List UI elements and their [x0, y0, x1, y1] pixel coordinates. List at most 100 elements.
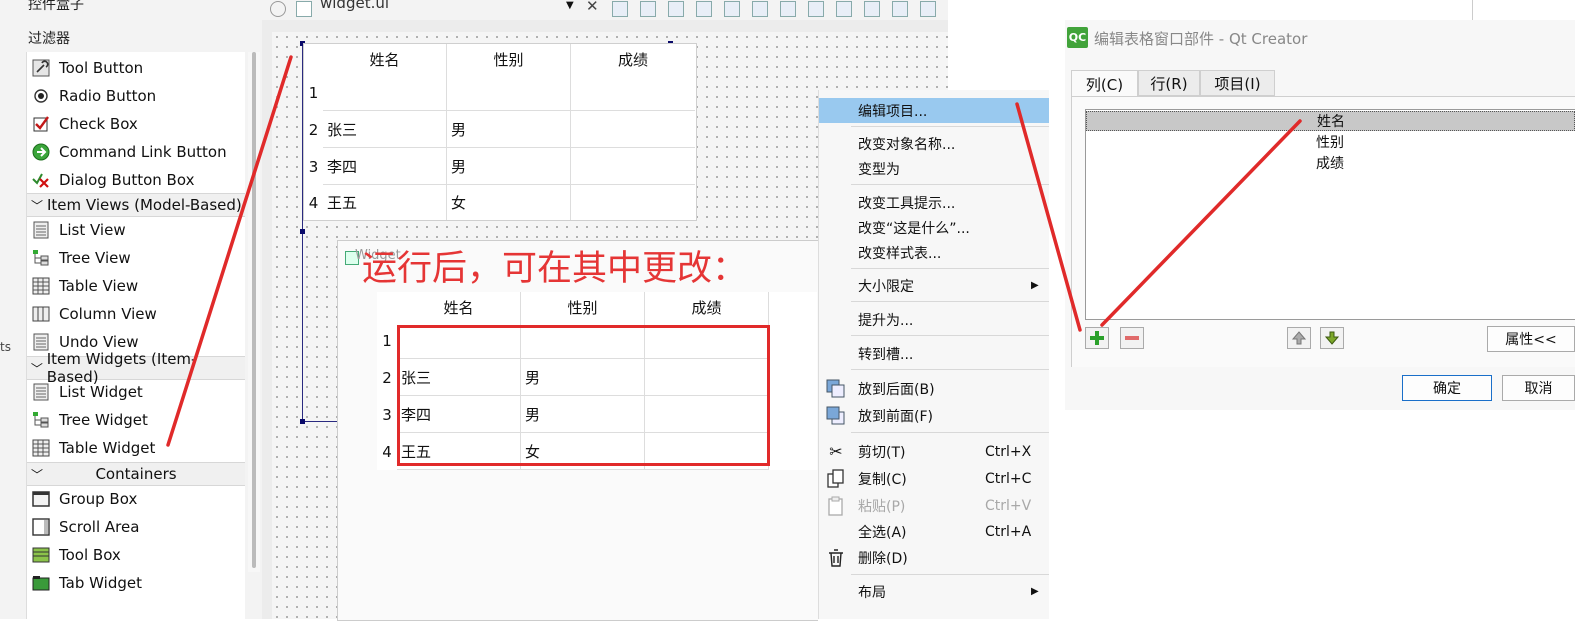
form-layout-icon[interactable]	[808, 1, 824, 17]
move-up-button[interactable]	[1287, 327, 1311, 349]
widget-item-table-widget[interactable]: Table Widget	[27, 434, 245, 462]
add-column-button[interactable]	[1085, 327, 1109, 349]
category-item-widgets[interactable]: ﹀ Item Widgets (Item-Based)	[27, 350, 245, 386]
resize-handle[interactable]	[300, 229, 305, 234]
menu-item-copy[interactable]: 复制(C) Ctrl+C	[819, 466, 1049, 491]
table-cell[interactable]: 男	[447, 111, 571, 148]
menu-item-change-object-name[interactable]: 改变对象名称...	[819, 131, 1049, 156]
column-header[interactable]: 成绩	[571, 44, 695, 74]
close-file-icon[interactable]	[270, 1, 286, 17]
row-header[interactable]: 2	[377, 359, 397, 396]
table-cell[interactable]: 李四	[323, 148, 447, 185]
row-header[interactable]: 3	[377, 396, 397, 433]
list-item[interactable]: 性别	[1086, 132, 1575, 152]
vsplitter-icon[interactable]	[752, 1, 768, 17]
hsplitter-icon[interactable]	[724, 1, 740, 17]
row-header[interactable]: 4	[377, 433, 397, 470]
menu-item-go-to-slot[interactable]: 转到槽...	[819, 341, 1049, 366]
widget-box-scrollbar[interactable]	[248, 52, 260, 572]
edit-buddies-icon[interactable]	[696, 1, 712, 17]
widget-item-list-widget[interactable]: List Widget	[27, 378, 245, 406]
widget-item-check-box[interactable]: Check Box	[27, 110, 245, 138]
table-cell[interactable]	[571, 185, 695, 220]
move-down-button[interactable]	[1320, 327, 1344, 349]
widget-item-command-link-button[interactable]: Command Link Button	[27, 138, 245, 166]
table-cell[interactable]	[571, 148, 695, 185]
menu-item-send-to-back[interactable]: 放到后面(B)	[819, 376, 1049, 401]
widget-item-tree-widget[interactable]: Tree Widget	[27, 406, 245, 434]
resize-handle[interactable]	[300, 419, 305, 424]
menu-item-edit-items[interactable]: 编辑项目...	[819, 98, 1049, 123]
layout-horizontal-icon[interactable]	[612, 1, 628, 17]
widget-item-tree-view[interactable]: Tree View	[27, 244, 245, 272]
ok-button[interactable]: 确定	[1402, 375, 1492, 401]
grid-layout-icon[interactable]	[780, 1, 796, 17]
table-cell[interactable]	[571, 111, 695, 148]
widget-item-table-view[interactable]: Table View	[27, 272, 245, 300]
adjust-size-icon[interactable]	[864, 1, 880, 17]
cancel-button[interactable]: 取消	[1502, 375, 1575, 401]
widget-item-group-box[interactable]: Group Box	[27, 485, 245, 513]
menu-item-select-all[interactable]: 全选(A) Ctrl+A	[819, 519, 1049, 544]
tab-columns[interactable]: 列(C)	[1071, 70, 1138, 98]
row-header[interactable]: 4	[304, 185, 323, 220]
category-item-views[interactable]: ﹀ Item Views (Model-Based)	[27, 193, 245, 217]
widget-item-dialog-button-box[interactable]: Dialog Button Box	[27, 166, 245, 194]
break-layout-icon[interactable]	[836, 1, 852, 17]
chevron-down-icon: ﹀	[30, 361, 43, 376]
menu-item-bring-to-front[interactable]: 放到前面(F)	[819, 403, 1049, 428]
preview-icon[interactable]	[892, 1, 908, 17]
layout-vertical-icon[interactable]	[640, 1, 656, 17]
column-header[interactable]: 性别	[447, 44, 571, 74]
row-header[interactable]: 1	[304, 74, 323, 111]
table-cell[interactable]: 男	[447, 148, 571, 185]
widget-item-tool-box[interactable]: Tool Box	[27, 541, 245, 569]
menu-item-delete[interactable]: 删除(D)	[819, 545, 1049, 570]
column-header[interactable]: 性别	[521, 292, 645, 322]
tab-rows[interactable]: 行(R)	[1138, 70, 1200, 96]
list-item[interactable]: 成绩	[1086, 153, 1575, 173]
widget-item-tool-button[interactable]: Tool Button	[27, 54, 245, 82]
remove-column-button[interactable]	[1120, 327, 1144, 349]
edit-tab-order-icon[interactable]	[668, 1, 684, 17]
row-header[interactable]: 1	[377, 322, 397, 359]
close-icon[interactable]: ✕	[586, 0, 599, 15]
list-item[interactable]: 姓名	[1086, 111, 1575, 131]
settings-icon[interactable]	[920, 1, 936, 17]
widget-item-scroll-area[interactable]: Scroll Area	[27, 513, 245, 541]
menu-item-promote-to[interactable]: 提升为...	[819, 307, 1049, 332]
menu-item-change-whats-this[interactable]: 改变“这是什么”...	[819, 215, 1049, 240]
tab-items[interactable]: 项目(I)	[1200, 70, 1275, 96]
table-cell[interactable]	[571, 74, 695, 111]
send-to-back-icon	[825, 378, 847, 400]
menu-item-morph-into[interactable]: 变型为	[819, 156, 1049, 181]
table-cell[interactable]	[447, 74, 571, 111]
design-table-widget[interactable]: 姓名 性别 成绩 1 2 3 4 张三 男 李四 男 王五 女	[303, 43, 697, 221]
table-cell[interactable]: 张三	[323, 111, 447, 148]
column-header[interactable]: 成绩	[645, 292, 769, 322]
column-header[interactable]: 姓名	[323, 44, 447, 74]
menu-item-layout[interactable]: 布局 ▶	[819, 579, 1049, 604]
menu-item-cut[interactable]: ✂ 剪切(T) Ctrl+X	[819, 439, 1049, 464]
menu-item-change-stylesheet[interactable]: 改变样式表...	[819, 240, 1049, 265]
widget-item-column-view[interactable]: Column View	[27, 300, 245, 328]
properties-toggle-button[interactable]: 属性<<	[1487, 326, 1575, 352]
row-header[interactable]: 3	[304, 148, 323, 185]
column-header[interactable]: 姓名	[397, 292, 521, 322]
table-cell[interactable]: 王五	[323, 185, 447, 220]
table-cell[interactable]: 女	[447, 185, 571, 220]
table-cell[interactable]	[323, 74, 447, 111]
category-containers[interactable]: ﹀ Containers	[27, 462, 245, 486]
menu-item-paste[interactable]: 粘贴(P) Ctrl+V	[819, 493, 1049, 518]
menu-item-size-constraints[interactable]: 大小限定 ▶	[819, 273, 1049, 298]
filter-input[interactable]: 过滤器	[28, 28, 70, 48]
row-header[interactable]: 2	[304, 111, 323, 148]
file-selector[interactable]: widget.ui	[320, 0, 389, 12]
widget-item-tab-widget[interactable]: Tab Widget	[27, 569, 245, 597]
widget-item-list-view[interactable]: List View	[27, 216, 245, 244]
radio-button-icon	[31, 86, 51, 106]
scrollbar-thumb[interactable]	[252, 52, 256, 568]
chevron-down-icon[interactable]: ▼	[566, 0, 574, 11]
menu-item-change-tooltip[interactable]: 改变工具提示...	[819, 190, 1049, 215]
widget-item-radio-button[interactable]: Radio Button	[27, 82, 245, 110]
